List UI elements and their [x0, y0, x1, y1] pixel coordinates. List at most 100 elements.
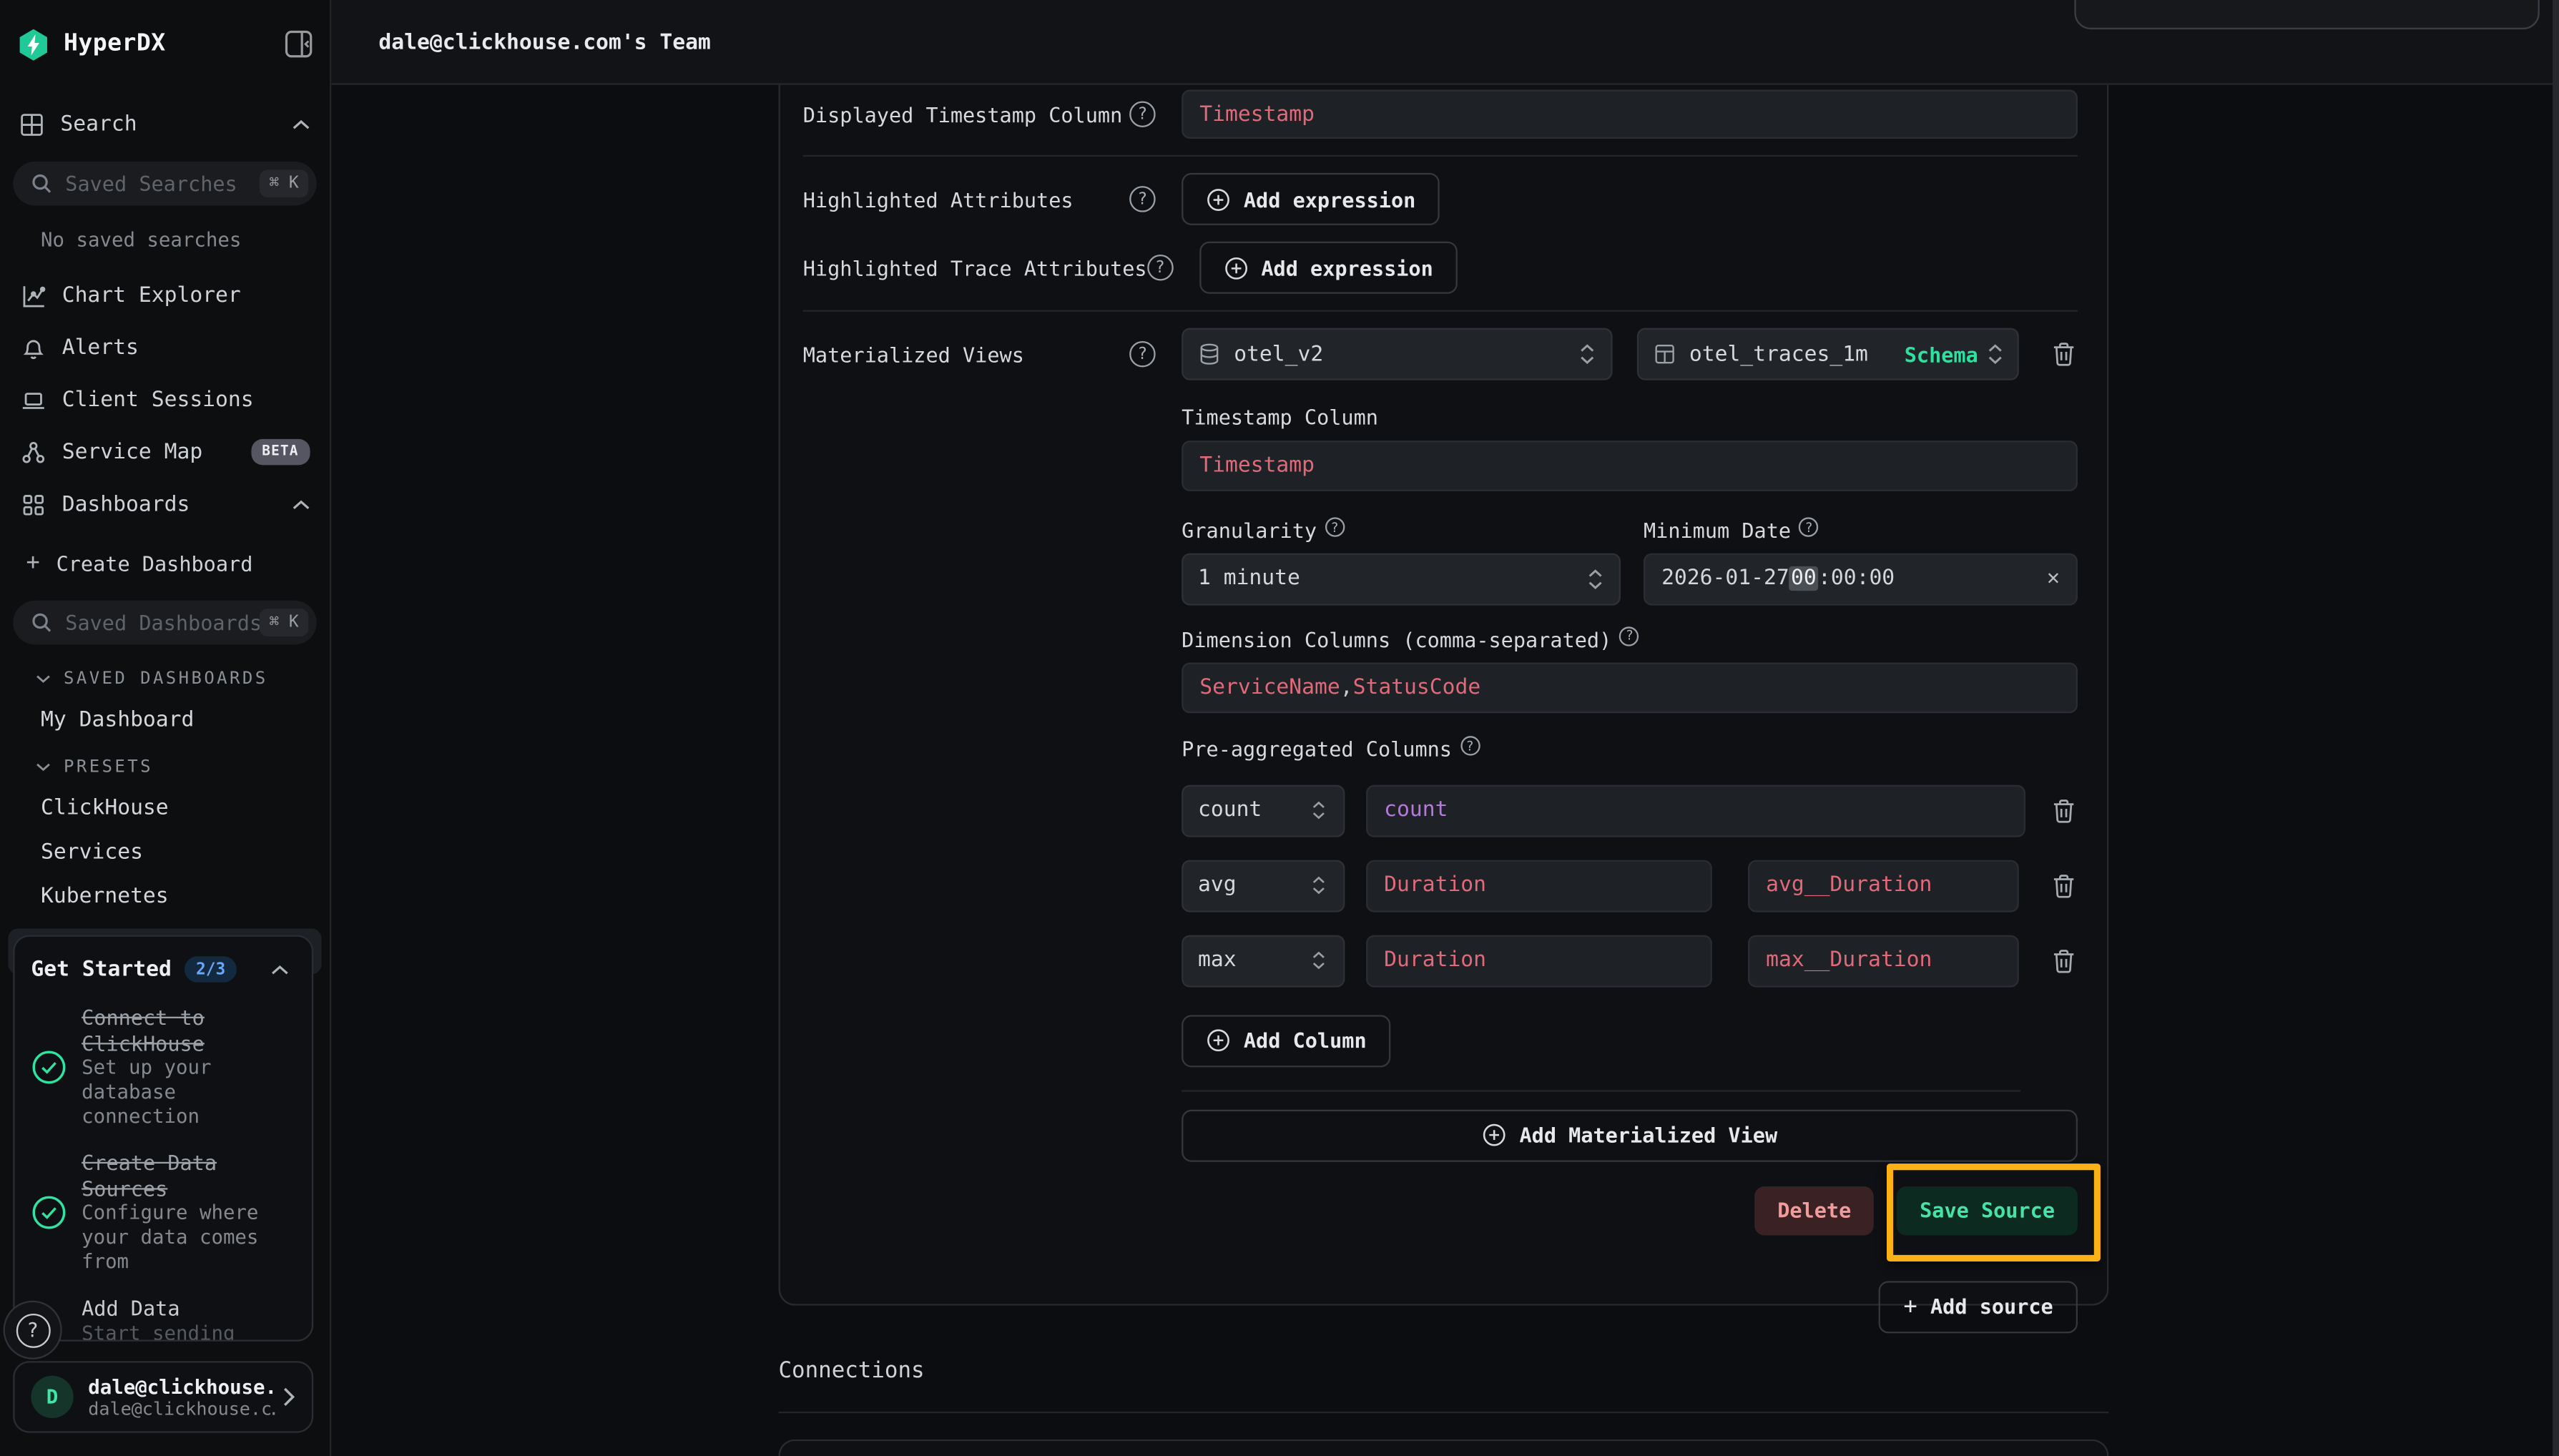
add-source-button[interactable]: + Add source — [1879, 1280, 2078, 1332]
chevron-up-icon[interactable] — [292, 498, 310, 510]
granularity-select[interactable]: 1 minute — [1182, 552, 1621, 604]
plus-circle-icon — [1206, 1028, 1230, 1053]
scrollbar[interactable] — [2553, 0, 2559, 1456]
presets-section[interactable]: PRESETS — [36, 757, 330, 777]
input-value: , — [1340, 676, 1353, 700]
save-source-button[interactable]: Save Source — [1897, 1186, 2078, 1234]
aggregate-function-select[interactable]: max — [1182, 934, 1345, 986]
alias-input[interactable]: max__Duration — [1748, 934, 2019, 986]
add-materialized-view-button[interactable]: Add Materialized View — [1182, 1109, 2078, 1161]
help-icon[interactable]: ? — [1799, 517, 1818, 536]
check-circle-icon — [31, 1048, 67, 1084]
help-icon[interactable]: ? — [1325, 517, 1345, 536]
time-part: :00:00 — [1818, 566, 1895, 591]
divider — [1182, 1089, 2020, 1091]
add-expression-button[interactable]: Add expression — [1199, 242, 1458, 294]
chevron-up-icon[interactable] — [271, 964, 289, 975]
squares-icon — [19, 492, 46, 516]
help-icon[interactable]: ? — [1129, 341, 1156, 368]
button-label: Add expression — [1244, 187, 1415, 211]
collapse-sidebar-icon[interactable] — [284, 29, 313, 59]
trash-icon[interactable] — [2051, 341, 2078, 368]
search-icon — [31, 612, 52, 634]
notification-pill — [2074, 0, 2539, 29]
brand-header: HyperDX — [16, 21, 313, 67]
help-button[interactable]: ? — [4, 1301, 62, 1359]
brand-name: HyperDX — [64, 31, 166, 57]
displayed-timestamp-input[interactable]: Timestamp — [1182, 90, 2078, 139]
select-value: max — [1198, 948, 1237, 973]
sidebar-item-chart-explorer[interactable]: Chart Explorer — [19, 271, 310, 320]
sidebar-item-clickhouse[interactable]: ClickHouse — [41, 797, 330, 821]
input-value: Duration — [1384, 948, 1486, 973]
minimum-date-label: Minimum Date? — [1644, 517, 2078, 542]
expression-input[interactable]: Duration — [1366, 934, 1712, 986]
selected-time-segment[interactable]: 00 — [1789, 566, 1818, 591]
saved-searches-input[interactable]: Saved Searches ⌘ K — [13, 162, 316, 206]
sidebar-item-alerts[interactable]: Alerts — [19, 323, 310, 372]
sidebar-item-client-sessions[interactable]: Client Sessions — [19, 375, 310, 424]
sidebar-item-dashboards[interactable]: Dashboards — [19, 480, 310, 528]
step-title: Connect to ClickHouse — [82, 1005, 295, 1056]
expression-input[interactable]: Duration — [1366, 859, 1712, 911]
sidebar-item-search[interactable]: Search — [19, 103, 310, 145]
dimension-columns-label: Dimension Columns (comma-separated)? — [1182, 626, 2078, 651]
create-dashboard-button[interactable]: + Create Dashboard — [26, 542, 310, 584]
saved-dashboards-input[interactable]: Saved Dashboards ⌘ K — [13, 601, 316, 645]
chevron-up-icon[interactable] — [292, 118, 310, 129]
connections-title: Connections — [779, 1358, 2559, 1384]
sidebar-item-kubernetes[interactable]: Kubernetes — [41, 885, 330, 909]
get-started-step-sources[interactable]: Create Data Sources Configure where your… — [31, 1151, 295, 1273]
help-icon[interactable]: ? — [1129, 101, 1156, 127]
sidebar-item-label: Client Sessions — [62, 388, 254, 412]
divider — [803, 310, 2078, 312]
help-icon[interactable]: ? — [1129, 186, 1156, 212]
sidebar-item-service-map[interactable]: Service Map BETA — [19, 428, 310, 476]
user-account-button[interactable]: D dale@clickhouse.… dale@clickhouse.c… — [13, 1361, 313, 1432]
alias-input[interactable]: avg__Duration — [1748, 859, 2019, 911]
plus-icon: + — [1903, 1293, 1917, 1319]
sidebar: HyperDX Search Saved Searches ⌘ K No sav… — [0, 0, 331, 1456]
help-icon[interactable]: ? — [1620, 626, 1639, 645]
create-dashboard-label: Create Dashboard — [57, 551, 253, 575]
minimum-date-input[interactable]: 2026-01-27 00:00:00 ✕ — [1644, 552, 2078, 604]
saved-dashboards-placeholder: Saved Dashboards — [65, 610, 259, 634]
get-started-step-add-data[interactable]: 3 Add Data Start sending logs, metrics, … — [31, 1296, 295, 1341]
network-icon — [19, 440, 46, 464]
saved-dashboards-section[interactable]: SAVED DASHBOARDS — [36, 669, 330, 689]
aggregate-function-select[interactable]: avg — [1182, 859, 1345, 911]
section-label: SAVED DASHBOARDS — [64, 669, 268, 689]
add-expression-button[interactable]: Add expression — [1182, 173, 1440, 225]
sidebar-item-services[interactable]: Services — [41, 840, 330, 865]
highlighted-attributes-row: Highlighted Attributes ? Add expression — [803, 173, 2078, 225]
laptop-icon — [19, 388, 46, 412]
page-title: dale@clickhouse.com's Team — [378, 31, 710, 55]
table-icon — [1654, 343, 1676, 365]
input-value: StatusCode — [1353, 676, 1481, 700]
get-started-step-connect[interactable]: Connect to ClickHouse Set up your databa… — [31, 1005, 295, 1128]
section-label: PRESETS — [64, 757, 153, 777]
select-value: count — [1198, 798, 1262, 822]
select-chevrons-icon — [1312, 800, 1329, 821]
trash-icon[interactable] — [2051, 948, 2078, 974]
clear-icon[interactable]: ✕ — [2047, 566, 2060, 591]
aggregate-function-select[interactable]: count — [1182, 784, 1345, 837]
sidebar-item-my-dashboard[interactable]: My Dashboard — [41, 708, 330, 732]
timestamp-column-input[interactable]: Timestamp — [1182, 441, 2078, 491]
help-icon[interactable]: ? — [1147, 255, 1174, 281]
schema-link[interactable]: Schema — [1905, 342, 1988, 366]
database-select[interactable]: otel_v2 — [1182, 328, 1612, 380]
sidebar-item-label: Service Map — [62, 440, 202, 464]
step-description: Start sending logs, metrics, or traces — [82, 1322, 264, 1342]
dimension-columns-input[interactable]: ServiceName, StatusCode — [1182, 662, 2078, 713]
expression-input[interactable]: count — [1366, 784, 2025, 837]
add-column-button[interactable]: Add Column — [1182, 1014, 1391, 1066]
input-value: Duration — [1384, 873, 1486, 897]
trash-icon[interactable] — [2051, 797, 2078, 824]
help-icon[interactable]: ? — [1460, 736, 1479, 755]
delete-button[interactable]: Delete — [1754, 1186, 1874, 1234]
step-description: Set up your database connection — [82, 1056, 295, 1128]
select-chevrons-icon — [1312, 875, 1329, 896]
table-select[interactable]: otel_traces_1m Schema — [1637, 328, 2019, 380]
trash-icon[interactable] — [2051, 872, 2078, 899]
